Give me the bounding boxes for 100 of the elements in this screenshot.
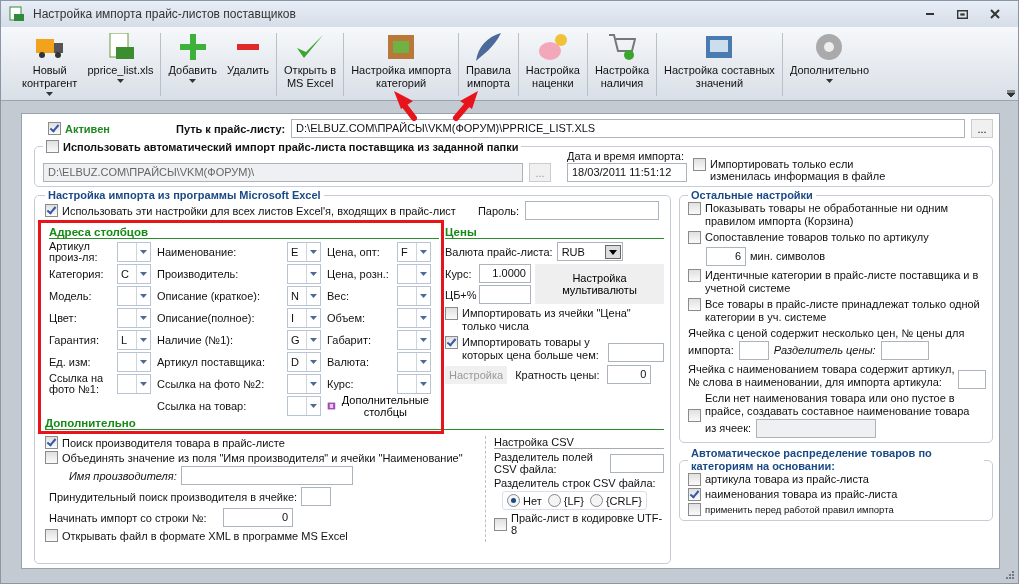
radio-option[interactable]: {LF}	[547, 494, 584, 507]
field-label: Наличие (№1):	[157, 334, 234, 346]
field-label: Цена, розн.:	[327, 268, 390, 280]
close-icon[interactable]	[990, 9, 1000, 19]
caret-icon	[136, 243, 150, 261]
column-combo[interactable]: L	[117, 330, 151, 350]
radio-option[interactable]: Нет	[507, 494, 542, 507]
toolbar-button[interactable]: Открыть в MS Excel	[279, 29, 342, 100]
checkbox[interactable]	[688, 298, 701, 311]
column-combo[interactable]	[117, 308, 151, 328]
checkbox[interactable]	[46, 140, 59, 153]
overflow-icon[interactable]	[1007, 90, 1015, 97]
cells-field[interactable]	[756, 419, 877, 438]
checkbox[interactable]	[45, 204, 58, 217]
checkbox[interactable]	[45, 436, 58, 449]
toolbar-button[interactable]: Новый контрагент	[17, 29, 83, 100]
toolbar-button[interactable]: Настройка составных значений	[659, 29, 780, 100]
column-combo[interactable]: N	[287, 286, 321, 306]
currency-select[interactable]: RUB	[556, 242, 623, 261]
checkbox[interactable]	[688, 473, 701, 486]
toolbar-button[interactable]: Добавить	[163, 29, 223, 100]
checkbox-label: Объединять значение из поля "Имя производителя" и ячейки "Наименование"	[62, 451, 463, 464]
price-number-field[interactable]	[738, 341, 769, 360]
checkbox[interactable]	[688, 488, 701, 501]
plus-icon	[178, 33, 207, 61]
separator-field[interactable]	[880, 341, 929, 360]
word-number-field[interactable]	[958, 370, 986, 389]
column-combo[interactable]: E	[287, 242, 321, 262]
checkbox[interactable]	[688, 231, 701, 244]
column-combo[interactable]	[397, 286, 431, 306]
checkbox[interactable]	[494, 517, 507, 531]
column-combo[interactable]	[397, 308, 431, 328]
column-combo[interactable]: C	[117, 264, 151, 284]
checkbox[interactable]	[688, 408, 701, 422]
column-combo[interactable]	[397, 374, 431, 394]
manufacturer-field[interactable]	[180, 466, 353, 485]
column-combo[interactable]	[117, 242, 151, 262]
caret-icon	[416, 353, 430, 371]
checkbox[interactable]	[445, 307, 458, 320]
toolbar-button[interactable]: Настройка импорта категорий	[346, 29, 457, 100]
checkbox[interactable]	[45, 529, 58, 542]
caret-icon	[136, 331, 150, 349]
rate-field[interactable]: 1.0000	[479, 264, 531, 283]
toolbar-button[interactable]: Дополнительно	[784, 29, 875, 100]
resize-grip-icon[interactable]	[1006, 571, 1014, 579]
column-combo[interactable]	[117, 286, 151, 306]
caret-icon	[136, 353, 150, 371]
checkbox-label: артикула товара из прайс-листа	[705, 473, 869, 486]
extra-columns-button[interactable]: Дополнительные столбцы	[327, 394, 431, 418]
browse-button[interactable]: ...	[971, 119, 993, 138]
column-combo[interactable]: D	[287, 352, 321, 372]
toolbar-button[interactable]: pprice_list.xls	[82, 29, 159, 100]
minimize-icon[interactable]	[925, 12, 935, 16]
path-field[interactable]: D:\ELBUZ.COM\ПРАЙСЫ\VKM(ФОРУМ)\PPRICE_LIST.XLS	[291, 119, 965, 138]
field-label: Ссылка на товар:	[157, 400, 248, 412]
checkbox[interactable]	[688, 269, 701, 282]
column-combo[interactable]	[397, 264, 431, 284]
cart-icon	[608, 33, 636, 61]
toolbar-button[interactable]: Настройка наценки	[520, 29, 585, 100]
column-combo[interactable]	[117, 374, 151, 394]
column-combo[interactable]: G	[287, 330, 321, 350]
column-combo[interactable]	[287, 374, 321, 394]
checkbox[interactable]	[688, 202, 701, 215]
checkbox[interactable]	[48, 122, 61, 135]
field-label: Разделитель строк CSV файла:	[494, 477, 657, 489]
toolbar-button[interactable]: Настройка наличия	[589, 29, 655, 100]
column-combo[interactable]	[287, 396, 321, 416]
cell-field[interactable]	[301, 487, 332, 506]
column-combo[interactable]	[287, 264, 321, 284]
percent-field[interactable]	[479, 285, 531, 304]
field-label: Разделитель полей CSV файла:	[494, 451, 594, 475]
multiplicity-field[interactable]: 0	[607, 365, 652, 384]
column-combo[interactable]: I	[287, 308, 321, 328]
column-combo[interactable]	[117, 352, 151, 372]
start-row-field[interactable]: 0	[223, 508, 293, 527]
checkbox[interactable]	[45, 451, 58, 464]
password-field[interactable]	[525, 201, 660, 220]
separator-field[interactable]	[610, 453, 664, 473]
min-chars-field[interactable]: 6	[706, 247, 746, 266]
checkbox-label: Сопоставление товаров только по артикулу	[705, 231, 929, 244]
folder-field[interactable]: D:\ELBUZ.COM\ПРАЙСЫ\VKM(ФОРУМ)\	[43, 163, 523, 182]
checkbox[interactable]	[688, 503, 701, 516]
caret-icon	[306, 397, 320, 415]
checkbox[interactable]	[693, 158, 706, 171]
multicurrency-button[interactable]: Настройка мультивалюты	[535, 264, 664, 304]
caret-icon	[306, 375, 320, 393]
field-label: Цвет:	[49, 312, 78, 324]
column-combo[interactable]: F	[397, 242, 431, 262]
checkbox[interactable]	[445, 336, 458, 349]
field-label: Модель:	[49, 290, 93, 302]
auto-import-label: Использовать автоматический импорт прайс-листа поставщика из заданной папки	[63, 140, 519, 153]
group-title: Автоматическое распределение товаров по категориям на основании:	[691, 447, 933, 473]
column-combo[interactable]	[397, 352, 431, 372]
price-field[interactable]	[608, 343, 664, 362]
toolbar-button[interactable]: Правила импорта	[461, 29, 516, 100]
date-field[interactable]: 18/03/2011 11:51:12	[567, 163, 687, 182]
maximize-icon[interactable]	[957, 9, 968, 19]
toolbar-button[interactable]: Удалить	[222, 29, 275, 100]
column-combo[interactable]	[397, 330, 431, 350]
radio-option[interactable]: {CRLF}	[589, 494, 642, 507]
